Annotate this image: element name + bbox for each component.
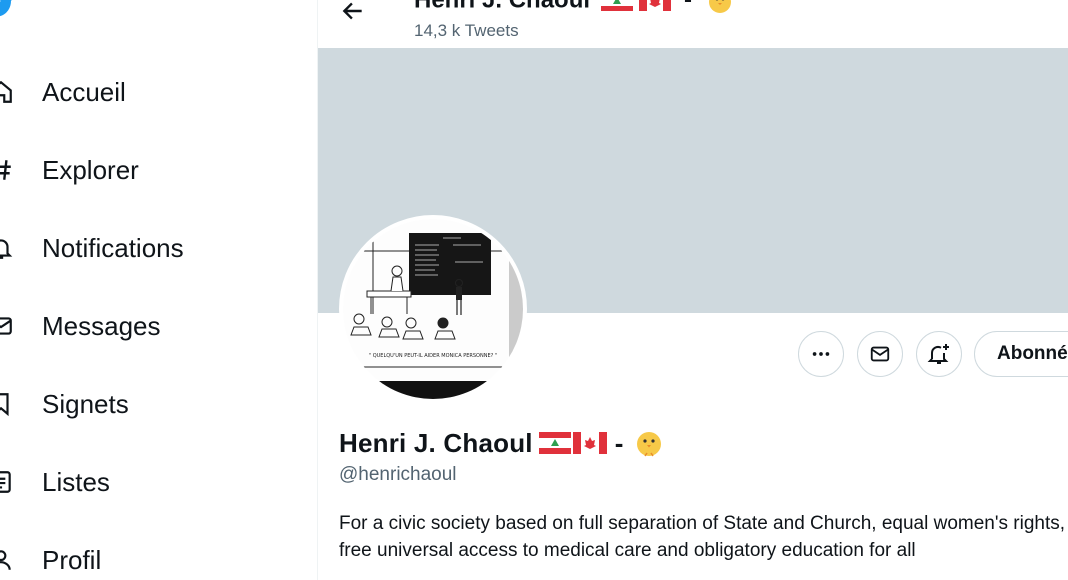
chick-icon — [708, 0, 731, 13]
avatar[interactable]: " QUELQU'UN PEUT-IL AIDER MONICA PERSONN… — [339, 215, 527, 403]
message-button[interactable] — [857, 331, 903, 377]
list-icon — [0, 471, 11, 493]
more-dots-icon — [812, 352, 830, 356]
home-icon — [0, 80, 12, 103]
lebanon-flag-icon — [538, 432, 571, 454]
lebanon-flag-icon — [600, 0, 633, 11]
sidebar-nav: Accueil Explorer Notifications Messages … — [0, 0, 317, 580]
sidebar-item-lists[interactable]: Listes — [0, 454, 200, 510]
hashtag-icon — [0, 160, 11, 180]
avatar-caption: " QUELQU'UN PEUT-IL AIDER MONICA PERSONN… — [369, 353, 497, 359]
canada-flag-icon — [639, 0, 672, 11]
sidebar-item-home[interactable]: Accueil — [0, 64, 200, 120]
header-title: Henri J. Chaoul - — [414, 0, 735, 16]
sidebar-item-messages[interactable]: Messages — [0, 298, 200, 354]
sidebar-item-bookmarks[interactable]: Signets — [0, 376, 200, 432]
header-name-suffix: - — [684, 0, 692, 13]
avatar-cartoon-image: " QUELQU'UN PEUT-IL AIDER MONICA PERSONN… — [343, 219, 523, 399]
notify-button[interactable] — [916, 331, 962, 377]
envelope-icon — [870, 346, 890, 362]
envelope-icon — [0, 317, 12, 335]
more-options-button[interactable] — [798, 331, 844, 377]
profile-handle: @henrichaoul — [339, 464, 457, 485]
profile-display-name: Henri J. Chaoul - — [339, 426, 665, 460]
canada-flag-icon — [572, 432, 607, 454]
following-button[interactable]: Abonné — [974, 331, 1068, 377]
profile-name-suffix: - — [614, 427, 624, 458]
sidebar-item-label: Profil — [42, 544, 102, 575]
chick-icon — [637, 432, 662, 457]
sidebar-item-label: Messages — [42, 310, 161, 341]
following-button-label: Abonné — [997, 343, 1068, 364]
twitter-bird-icon[interactable] — [0, 0, 14, 20]
profile-bio: For a civic society based on full separa… — [339, 513, 1066, 561]
bell-icon — [0, 239, 13, 259]
tweet-count: 14,3 k Tweets — [414, 21, 519, 40]
header-name: Henri J. Chaoul — [414, 0, 590, 13]
sidebar-item-profile[interactable]: Profil — [0, 532, 200, 580]
bell-plus-icon — [927, 344, 949, 364]
sidebar-item-notifications[interactable]: Notifications — [0, 220, 240, 276]
sidebar-item-label: Signets — [42, 388, 129, 419]
profile-header: Henri J. Chaoul - 14,3 k Tweets — [318, 0, 1068, 48]
profile-name-text: Henri J. Chaoul — [339, 427, 533, 458]
sidebar-item-label: Explorer — [42, 154, 139, 185]
arrow-left-icon[interactable] — [340, 0, 366, 24]
sidebar-item-label: Notifications — [42, 232, 184, 263]
person-icon — [0, 550, 11, 570]
sidebar-item-label: Accueil — [42, 76, 126, 107]
bookmark-icon — [0, 393, 9, 417]
sidebar-item-explore[interactable]: Explorer — [0, 142, 200, 198]
sidebar-item-label: Listes — [42, 466, 110, 497]
